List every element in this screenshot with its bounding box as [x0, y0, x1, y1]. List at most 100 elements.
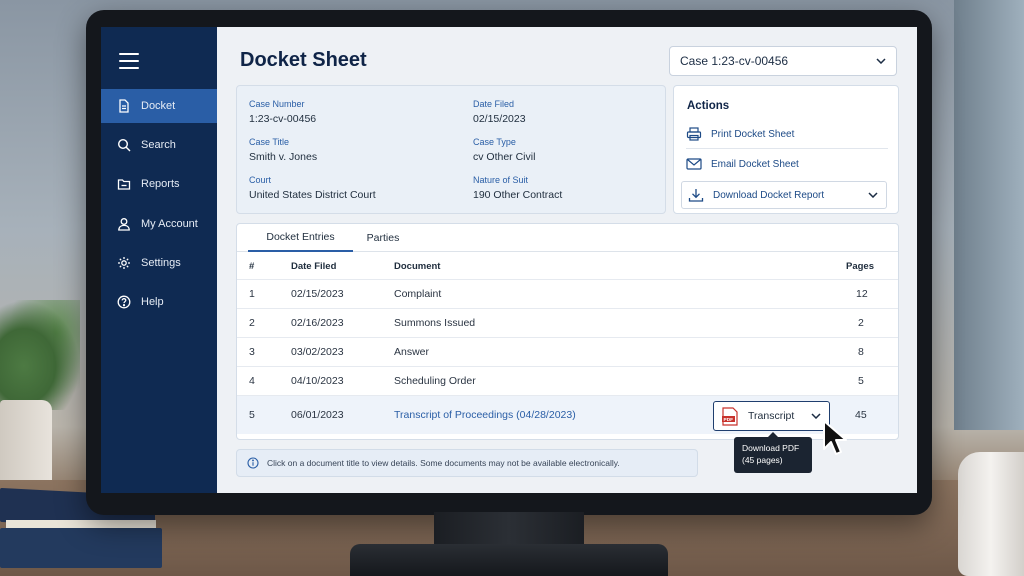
tabs-bar: Docket Entries Parties	[237, 224, 898, 252]
header-date-filed: Date Filed	[291, 260, 337, 272]
table-row-selected: 5 06/01/2023 Transcript of Proceedings (…	[237, 395, 898, 434]
download-icon	[688, 189, 704, 202]
coffee-mug	[958, 452, 1024, 576]
tab-docket-entries[interactable]: Docket Entries	[248, 224, 353, 252]
email-docket-label: Email Docket Sheet	[711, 158, 799, 170]
pdf-file-icon: PDF	[722, 406, 738, 426]
sidebar: Docket Search Reports My Account Setting…	[101, 27, 217, 493]
tab-parties[interactable]: Parties	[353, 224, 413, 252]
case-type-value: cv Other Civil	[473, 151, 536, 163]
row-pages: 8	[858, 346, 864, 358]
case-number-field: Case Number 1:23-cv-00456	[249, 99, 316, 125]
row-pages: 5	[858, 375, 864, 387]
chevron-down-icon	[876, 58, 886, 64]
case-info-card: Case Number 1:23-cv-00456 Date Filed 02/…	[236, 85, 666, 214]
case-title-value: Smith v. Jones	[249, 151, 318, 163]
sidebar-item-help[interactable]: Help	[101, 285, 217, 319]
download-docket-content: Download Docket Report	[688, 188, 824, 202]
envelope-icon	[686, 158, 702, 170]
row-date: 03/02/2023	[291, 346, 344, 358]
case-select-value: Case 1:23-cv-00456	[680, 54, 789, 68]
mouse-cursor-icon	[823, 420, 847, 455]
download-docket-label: Download Docket Report	[713, 189, 825, 201]
help-icon	[117, 295, 131, 309]
actions-title: Actions	[687, 100, 730, 112]
row-num: 2	[249, 317, 255, 329]
sidebar-item-label: My Account	[141, 218, 198, 230]
sidebar-item-label: Search	[141, 139, 176, 151]
plant-leaves	[0, 300, 80, 410]
table-row: 3 03/02/2023 Answer 8	[237, 337, 898, 366]
row-date: 02/16/2023	[291, 317, 344, 329]
sidebar-item-reports[interactable]: Reports	[101, 167, 217, 201]
document-icon	[119, 99, 129, 113]
case-type-label: Case Type	[473, 137, 516, 147]
tab-label: Docket Entries	[266, 231, 335, 243]
sidebar-item-label: Help	[141, 296, 164, 308]
row-document[interactable]: Summons Issued	[394, 309, 475, 337]
row-pages: 12	[856, 288, 868, 300]
sidebar-item-docket[interactable]: Docket	[101, 89, 217, 123]
row-document[interactable]: Scheduling Order	[394, 367, 476, 395]
header-num: #	[249, 260, 255, 272]
court-field: Court United States District Court	[249, 175, 376, 201]
screen: Docket Search Reports My Account Setting…	[101, 27, 917, 493]
transcript-button-label: Transcript	[748, 410, 795, 422]
row-num: 4	[249, 375, 255, 387]
row-num: 1	[249, 288, 255, 300]
pdf-badge-text: PDF	[724, 416, 734, 422]
date-filed-label: Date Filed	[473, 99, 515, 109]
case-title-label: Case Title	[249, 137, 290, 147]
sidebar-item-label: Settings	[141, 257, 181, 269]
print-docket-label: Print Docket Sheet	[711, 128, 795, 140]
row-date: 06/01/2023	[291, 409, 344, 421]
nature-of-suit-field: Nature of Suit 190 Other Contract	[473, 175, 562, 201]
email-docket-button[interactable]: Email Docket Sheet	[686, 155, 888, 173]
case-number-value: 1:23-cv-00456	[249, 113, 317, 125]
monitor-stand-neck	[434, 512, 584, 546]
page-title: Docket Sheet	[240, 49, 367, 71]
header-document: Document	[394, 260, 441, 272]
sidebar-item-label: Reports	[141, 178, 180, 190]
book-pages	[6, 520, 156, 528]
nature-of-suit-label: Nature of Suit	[473, 175, 529, 185]
transcript-dropdown-button[interactable]: PDF Transcript	[713, 401, 830, 431]
sidebar-item-label: Docket	[141, 100, 176, 112]
tooltip-line-1: Download PDF	[742, 443, 800, 453]
transcript-document-link[interactable]: Transcript of Proceedings (04/28/2023)	[394, 396, 576, 434]
row-date: 02/15/2023	[291, 288, 344, 300]
hamburger-menu-icon[interactable]	[119, 53, 139, 69]
table-row: 2 02/16/2023 Summons Issued 2	[237, 308, 898, 337]
row-document[interactable]: Answer	[394, 338, 429, 366]
book-bottom	[0, 528, 162, 568]
sidebar-item-my-account[interactable]: My Account	[101, 207, 217, 241]
info-note-text: Click on a document title to view detail…	[267, 458, 620, 468]
divider	[686, 148, 888, 149]
case-type-field: Case Type cv Other Civil	[473, 137, 535, 163]
printer-icon	[686, 127, 702, 141]
court-value: United States District Court	[249, 189, 376, 201]
case-number-label: Case Number	[249, 99, 305, 109]
row-pages: 2	[858, 317, 864, 329]
download-tooltip: Download PDF (45 pages)	[734, 432, 812, 473]
row-num: 5	[249, 409, 255, 421]
sidebar-item-settings[interactable]: Settings	[101, 246, 217, 280]
case-title-field: Case Title Smith v. Jones	[249, 137, 317, 163]
main-content: Docket Sheet Case 1:23-cv-00456 Case Num…	[217, 27, 917, 493]
case-select-dropdown[interactable]: Case 1:23-cv-00456	[669, 46, 897, 76]
download-docket-report-button[interactable]: Download Docket Report	[681, 181, 887, 209]
monitor-stand-base	[350, 544, 668, 576]
info-icon	[247, 457, 259, 469]
actions-card: Actions Print Docket Sheet Email Docket …	[673, 85, 899, 214]
folder-icon	[117, 179, 131, 190]
tab-label: Parties	[366, 232, 400, 244]
sidebar-item-search[interactable]: Search	[101, 128, 217, 162]
date-filed-value: 02/15/2023	[473, 113, 526, 125]
print-docket-button[interactable]: Print Docket Sheet	[686, 125, 888, 143]
info-note: Click on a document title to view detail…	[236, 449, 698, 477]
user-icon	[118, 218, 130, 231]
docket-table-card: Docket Entries Parties # Date Filed Docu…	[236, 223, 899, 440]
chevron-down-icon	[811, 413, 821, 419]
row-document[interactable]: Complaint	[394, 280, 441, 308]
table-row: 4 04/10/2023 Scheduling Order 5	[237, 366, 898, 395]
